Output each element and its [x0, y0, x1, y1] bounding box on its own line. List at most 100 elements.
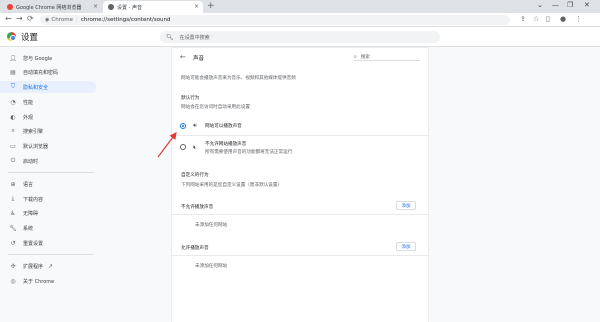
sidebar-item-label: 隐私和安全 — [23, 84, 49, 91]
page-title: 设置 — [21, 33, 39, 43]
site-label: Chrome — [51, 17, 73, 23]
close-icon[interactable]: × — [194, 3, 199, 10]
sound-description: 网站可能会播放声音来为音乐、视频和其他媒体提供音频 — [181, 76, 296, 81]
minimize-icon[interactable]: — — [552, 1, 559, 9]
menu-icon[interactable]: ⋮ — [575, 15, 582, 23]
new-tab-icon[interactable]: + — [207, 1, 215, 11]
default-behavior-heading: 默认行为 — [181, 96, 200, 101]
sound-search-input[interactable]: ⌕ 搜索 — [354, 53, 420, 61]
sidebar-item-extensions[interactable]: ✣ 扩展程序 ↗ — [0, 260, 96, 272]
browser-toolbar: ← → ⟳ ◉ Chrome | chrome://settings/conte… — [0, 13, 600, 27]
chrome-icon: ◎ — [10, 277, 16, 285]
card-title: 声音 — [193, 56, 205, 62]
custom-behavior-subtitle: 下列网站采用的是您自定义设置（而非默认设置） — [181, 183, 283, 188]
search-icon: 🔍︎ — [166, 33, 174, 41]
sidebar-item-autofill[interactable]: ▤ 自动填充和密码 — [0, 66, 96, 78]
add-allowed-site-button[interactable]: 添加 — [396, 242, 416, 251]
tab-chrome-home[interactable]: Google Chrome 网络浏览器 × — [2, 1, 102, 13]
sidebar-item-default-browser[interactable]: ▭ 默认浏览器 — [0, 140, 96, 152]
url-text: chrome://settings/content/sound — [80, 17, 171, 23]
shield-icon: ⛉ — [10, 83, 16, 90]
tab-strip: Google Chrome 网络浏览器 × 设置 - 声音 × + ⌄ — ❐ … — [0, 0, 600, 13]
forward-icon[interactable]: → — [16, 14, 23, 23]
sidebar-item-accessibility[interactable]: ♿︎ 无障碍 — [0, 207, 96, 219]
share-icon[interactable]: ⇪ — [520, 15, 526, 23]
list-divider — [172, 214, 428, 215]
sidebar-item-label: 外观 — [23, 114, 34, 121]
tab-label: 设置 - 声音 — [117, 4, 142, 11]
separator: | — [75, 17, 78, 23]
sidebar-item-languages[interactable]: ⊕ 语言 — [0, 178, 96, 190]
sidebar-item-privacy[interactable]: ⛉ 隐私和安全 — [0, 81, 96, 93]
person-icon: 👤︎ — [9, 54, 17, 62]
close-icon[interactable]: × — [93, 3, 98, 10]
blocked-list-label: 不允许播放声音 — [181, 205, 214, 210]
accessibility-icon: ♿︎ — [10, 209, 16, 217]
wrench-icon: 🔧︎ — [9, 224, 17, 232]
bookmark-star-icon[interactable]: ☆ — [533, 15, 539, 23]
search-placeholder: 在设置中搜索 — [179, 34, 210, 41]
browser-icon: ▭ — [10, 142, 16, 150]
search-icon: ⌕ — [11, 127, 15, 134]
allowed-empty-text: 未添加任何网站 — [195, 264, 228, 269]
sidebar-item-search-engine[interactable]: ⌕ 搜索引擎 — [0, 125, 96, 137]
sidepanel-icon[interactable]: ▯ — [546, 15, 550, 23]
speedometer-icon: ◔ — [10, 98, 16, 106]
sidebar-item-label: 语言 — [23, 181, 34, 188]
sidebar-item-performance[interactable]: ◔ 性能 — [0, 96, 96, 108]
sidebar-item-appearance[interactable]: ◐ 外观 — [0, 111, 96, 123]
settings-favicon-icon — [108, 4, 114, 10]
sidebar-item-label: 系统 — [23, 225, 34, 232]
sidebar-item-about-chrome[interactable]: ◎ 关于 Chrome — [0, 275, 96, 287]
sidebar-item-on-startup[interactable]: ⏻ 启动时 — [0, 155, 96, 167]
globe-icon: ⊕ — [10, 180, 16, 188]
sidebar-item-label: 下载内容 — [23, 196, 44, 203]
allowed-list-label: 允许播放声音 — [181, 246, 209, 251]
blocked-empty-text: 未添加任何网站 — [195, 223, 228, 228]
default-behavior-subtitle: 网站会在您访问时自动采用此设置 — [181, 105, 250, 110]
reload-icon[interactable]: ⟳ — [27, 14, 34, 23]
sidebar-item-label: 搜索引擎 — [23, 128, 44, 135]
tab-label: Google Chrome 网络浏览器 — [16, 4, 82, 11]
puzzle-icon: ✣ — [10, 262, 16, 270]
list-divider — [172, 255, 428, 256]
sidebar-item-reset[interactable]: ↺ 重置设置 — [0, 237, 96, 249]
radio-block-sound[interactable] — [180, 144, 186, 150]
chrome-logo-icon — [7, 32, 16, 41]
sidebar-item-label: 您与 Google — [23, 55, 53, 62]
sidebar-divider — [8, 254, 94, 255]
back-arrow-icon[interactable]: ← — [180, 53, 186, 61]
restore-icon[interactable]: ❐ — [567, 1, 573, 9]
sidebar-item-label: 启动时 — [23, 158, 39, 165]
back-icon[interactable]: ← — [5, 14, 12, 23]
sound-settings-card: ← 声音 ⌕ 搜索 网站可能会播放声音来为音乐、视频和其他媒体提供音频 默认行为… — [172, 48, 428, 322]
power-icon: ⏻ — [10, 157, 16, 164]
sidebar-item-system[interactable]: 🔧︎ 系统 — [0, 222, 96, 234]
sidebar-item-label: 默认浏览器 — [23, 143, 49, 150]
profile-icon[interactable]: ● — [560, 15, 566, 23]
custom-behavior-heading: 自定义的行为 — [181, 173, 209, 178]
site-info-icon[interactable]: ◉ — [45, 17, 49, 23]
sound-search-placeholder: 搜索 — [360, 54, 370, 60]
reset-icon: ↺ — [10, 239, 16, 247]
address-bar[interactable]: ◉ Chrome | chrome://settings/content/sou… — [40, 15, 510, 25]
settings-search-input[interactable]: 🔍︎ 在设置中搜索 — [160, 31, 440, 43]
sidebar-item-downloads[interactable]: ⤓ 下载内容 — [0, 193, 96, 205]
sidebar-item-you-and-google[interactable]: 👤︎ 您与 Google — [0, 52, 96, 64]
volume-icon: 🔊︎ — [193, 122, 197, 129]
clipboard-icon: ▤ — [10, 68, 16, 76]
search-icon: ⌕ — [354, 53, 357, 60]
volume-off-icon: 🔇︎ — [193, 144, 197, 151]
window-close-icon[interactable]: ✕ — [584, 1, 590, 9]
download-icon: ⤓ — [11, 195, 15, 202]
chrome-favicon-icon — [7, 4, 13, 10]
sidebar-item-label: 扩展程序 — [23, 263, 44, 270]
add-blocked-site-button[interactable]: 添加 — [396, 201, 416, 210]
tab-search-icon[interactable]: ⌄ — [537, 1, 543, 9]
radio-allow-sound[interactable] — [180, 123, 186, 129]
tab-settings-sound[interactable]: 设置 - 声音 × — [103, 1, 203, 13]
option-divider — [172, 135, 428, 136]
option-block-sound-subtitle: 所有需要使用声音的功能都将无法正常运行 — [205, 150, 293, 155]
sidebar-item-label: 关于 Chrome — [23, 278, 55, 285]
sidebar-item-label: 性能 — [23, 99, 34, 106]
